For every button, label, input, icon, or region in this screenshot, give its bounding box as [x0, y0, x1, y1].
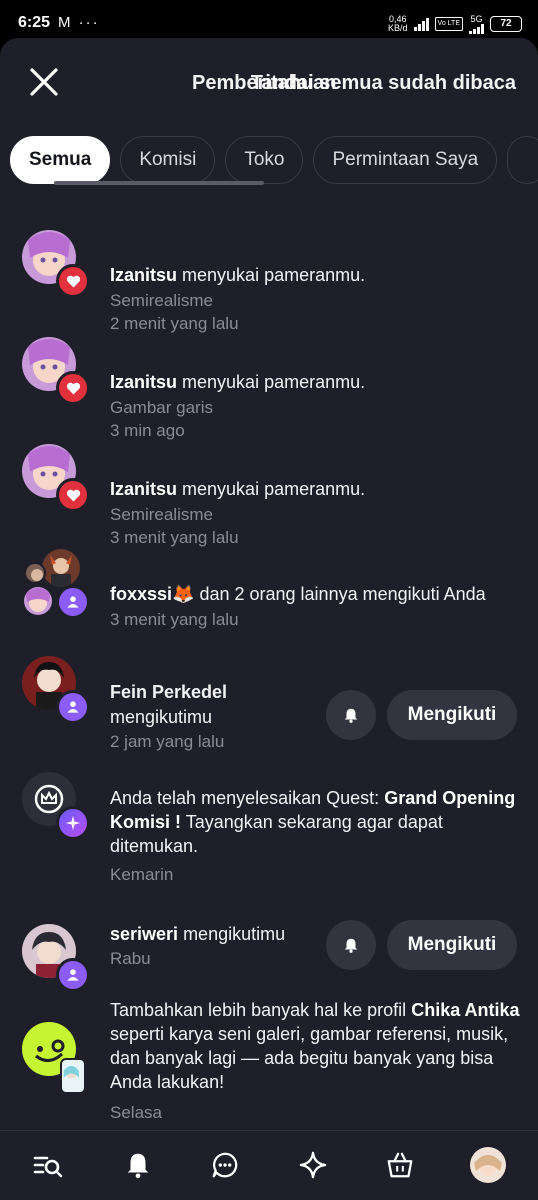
- avatar-wrap: [22, 1022, 92, 1094]
- notification-text: Izanitsu menyukai pameranmu.: [110, 263, 365, 287]
- quest-prefix: Anda telah menyelesaikan Quest:: [110, 788, 380, 808]
- action-text: menyukai pameranmu.: [182, 372, 366, 392]
- filter-tabs: Semua Komisi Toko Permintaan Saya: [10, 136, 538, 184]
- notification-text: foxxssi🦊 dan 2 orang lainnya mengikuti A…: [110, 582, 486, 606]
- bell-icon[interactable]: [120, 1147, 156, 1183]
- avatar-wrap: [22, 772, 90, 840]
- status-right: 0,46 KB/d Vo LTE 5G 72: [388, 14, 522, 34]
- bell-icon[interactable]: [326, 920, 376, 970]
- network-speed: 0,46 KB/d: [388, 15, 408, 33]
- profile-name[interactable]: Chika Antika: [411, 1000, 519, 1020]
- person-icon: [56, 585, 90, 619]
- artwork-category: Semirealisme: [110, 291, 213, 310]
- net-indicator: 5G: [469, 14, 484, 34]
- actor-name[interactable]: Izanitsu: [110, 479, 177, 499]
- speed-unit: KB/d: [388, 23, 408, 33]
- artwork-category: Gambar garis: [110, 398, 213, 417]
- avatar: [24, 562, 46, 584]
- status-time: 6:25: [18, 14, 51, 31]
- notifications-sheet: Pemberitahuan Tandai semua sudah dibaca …: [0, 38, 538, 1200]
- bottom-nav: [0, 1130, 538, 1200]
- action-text: dan 2 orang lainnya mengikuti Anda: [199, 584, 486, 604]
- notification-text: Tambahkan lebih banyak hal ke profil Chi…: [110, 998, 530, 1094]
- notification-text: Izanitsu menyukai pameranmu.: [110, 370, 365, 394]
- timestamp: 3 menit yang lalu: [110, 610, 239, 629]
- person-icon: [56, 958, 90, 992]
- close-icon[interactable]: [28, 66, 60, 98]
- tabs-scrollbar[interactable]: [54, 181, 264, 185]
- net-type: 5G: [470, 14, 483, 24]
- avatar-wrap: [22, 230, 90, 298]
- following-button[interactable]: Mengikuti: [387, 920, 517, 970]
- timestamp: 3 min ago: [110, 421, 185, 440]
- notification-text: Izanitsu menyukai pameranmu.: [110, 477, 365, 501]
- actor-name[interactable]: Izanitsu: [110, 372, 177, 392]
- actor-name[interactable]: seriweri: [110, 924, 178, 944]
- timestamp: 3 menit yang lalu: [110, 528, 239, 547]
- avatar-wrap: [22, 924, 90, 992]
- tab-more[interactable]: [507, 136, 538, 184]
- action-text: mengikutimu: [183, 924, 286, 944]
- header: Pemberitahuan Tandai semua sudah dibaca: [0, 38, 538, 128]
- tip-suffix: seperti karya seni galeri, gambar refere…: [110, 1024, 509, 1092]
- action-text: menyukai pameranmu.: [182, 479, 366, 499]
- profile-thumbnail: [60, 1058, 86, 1094]
- heart-icon: [56, 478, 90, 512]
- shop-bag-icon[interactable]: [382, 1147, 418, 1183]
- notification-text: Anda telah menyelesaikan Quest: Grand Op…: [110, 786, 520, 858]
- timestamp: Rabu: [110, 949, 151, 968]
- battery-icon: 72: [490, 16, 522, 32]
- heart-icon: [56, 264, 90, 298]
- avatar: [24, 587, 52, 615]
- notification-text: seriweri mengikutimu: [110, 922, 285, 946]
- person-icon: [56, 690, 90, 724]
- actor-name[interactable]: Fein Perkedel: [110, 680, 227, 704]
- sparkle-icon: [56, 806, 90, 840]
- signal-icon: [413, 17, 429, 31]
- search-list-icon[interactable]: [30, 1147, 66, 1183]
- tab-toko[interactable]: Toko: [225, 136, 304, 184]
- actor-name[interactable]: Izanitsu: [110, 265, 177, 285]
- avatar-stack: [22, 549, 90, 619]
- tab-komisi[interactable]: Komisi: [120, 136, 216, 184]
- tab-semua[interactable]: Semua: [10, 136, 111, 184]
- avatar-wrap: [22, 337, 90, 405]
- actor-name[interactable]: foxxssi🦊: [110, 584, 194, 604]
- avatar-wrap: [22, 656, 90, 724]
- avatar-wrap: [22, 444, 90, 512]
- tab-permintaan-saya[interactable]: Permintaan Saya: [313, 136, 498, 184]
- following-button[interactable]: Mengikuti: [387, 690, 517, 740]
- volte-icon: Vo LTE: [434, 17, 463, 31]
- profile-avatar[interactable]: [470, 1147, 506, 1183]
- action-text: mengikutimu: [110, 707, 213, 727]
- timestamp: 2 menit yang lalu: [110, 314, 239, 333]
- timestamp: 2 jam yang lalu: [110, 732, 225, 751]
- artwork-category: Semirealisme: [110, 505, 213, 524]
- tip-prefix: Tambahkan lebih banyak hal ke profil: [110, 1000, 407, 1020]
- action-text: menyukai pameranmu.: [182, 265, 366, 285]
- mark-all-read-button[interactable]: Tandai semua sudah dibaca: [251, 72, 516, 95]
- chat-icon[interactable]: [207, 1147, 243, 1183]
- timestamp: Kemarin: [110, 865, 174, 884]
- notification-icons: M ···: [58, 14, 100, 31]
- sparkle-icon[interactable]: [295, 1147, 331, 1183]
- timestamp: Selasa: [110, 1103, 162, 1122]
- avatar: [42, 549, 80, 587]
- heart-icon: [56, 371, 90, 405]
- bell-icon[interactable]: [326, 690, 376, 740]
